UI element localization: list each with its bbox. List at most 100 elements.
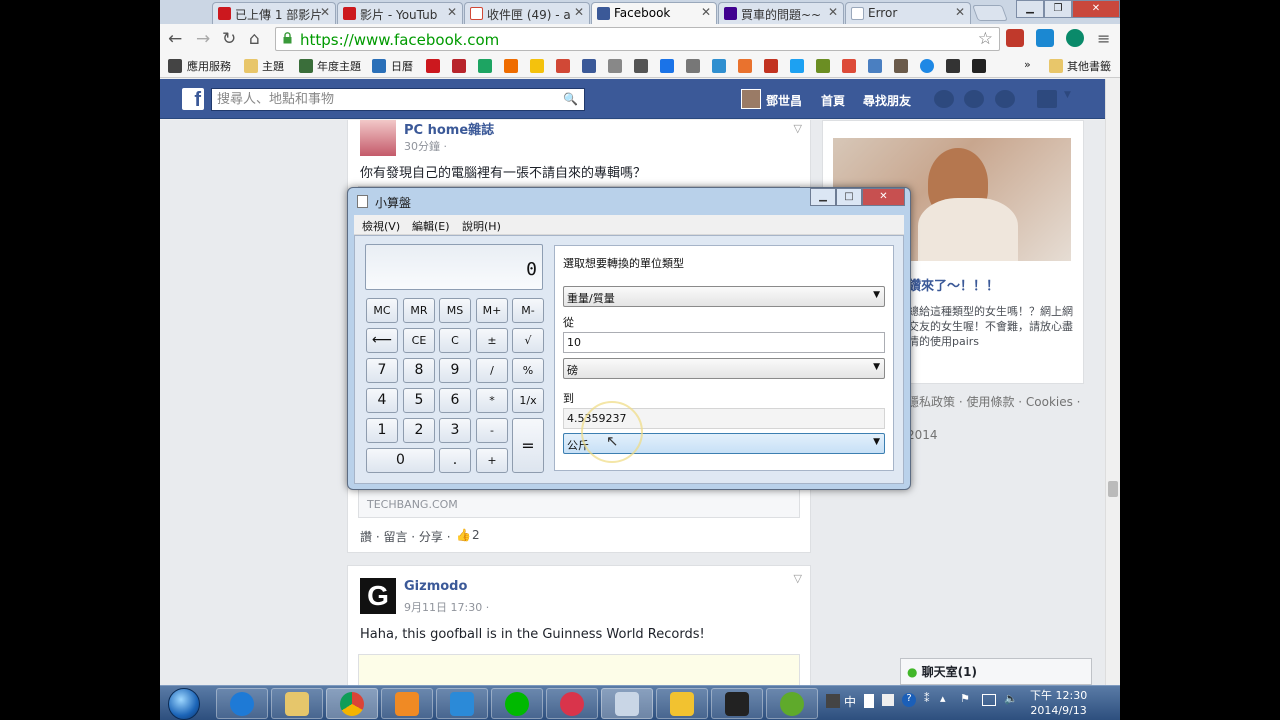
bookmark-icon[interactable] (478, 59, 492, 73)
tab-youtube-upload[interactable]: 已上傳 1 部影片 ✕ (212, 2, 336, 24)
menu-icon[interactable]: ≡ (1097, 29, 1110, 48)
bookmark-icon[interactable] (556, 59, 570, 73)
from-unit-select[interactable]: 磅 ▼ (563, 358, 885, 379)
key-ms[interactable]: MS (439, 298, 471, 323)
key-plus[interactable]: + (476, 448, 508, 473)
post-time[interactable]: 30分鐘 · (404, 138, 447, 154)
show-hidden-icons[interactable]: ▴ (940, 692, 946, 705)
tab-facebook[interactable]: Facebook ✕ (591, 2, 717, 24)
tray-icon[interactable] (864, 694, 874, 708)
home-link[interactable]: 首頁 (821, 92, 845, 109)
tab-youtube-videos[interactable]: 影片 - YouTub ✕ (337, 2, 463, 24)
key-equals[interactable]: = (512, 418, 544, 473)
action-center-icon[interactable]: ⚑ (960, 692, 970, 705)
bookmark-apps[interactable]: 應用服務 (187, 58, 231, 74)
address-bar[interactable]: https://www.facebook.com ☆ (275, 27, 1000, 51)
bookmark-icon[interactable] (816, 59, 830, 73)
search-icon[interactable]: 🔍 (563, 92, 578, 106)
home-icon[interactable]: ⌂ (249, 29, 260, 49)
bookmark-icon[interactable] (504, 59, 518, 73)
close-icon[interactable]: ✕ (862, 188, 905, 206)
key-4[interactable]: 4 (366, 388, 398, 413)
bookmark-icon[interactable] (426, 59, 440, 73)
bookmark-icon[interactable] (608, 59, 622, 73)
account-settings-icon[interactable]: ▼ (1064, 90, 1076, 108)
taskbar-utorrent[interactable] (766, 688, 818, 719)
close-tab-icon[interactable]: ✕ (320, 5, 330, 19)
facebook-logo[interactable]: f (182, 88, 204, 111)
close-tab-icon[interactable]: ✕ (574, 5, 584, 19)
key-mc[interactable]: MC (366, 298, 398, 323)
bookmark-icon[interactable] (634, 59, 648, 73)
bookmark-calendar[interactable]: 日曆 (391, 58, 413, 74)
key-reciprocal[interactable]: 1/x (512, 388, 544, 413)
privacy-shortcuts-icon[interactable] (1037, 90, 1057, 108)
key-sign[interactable]: ± (476, 328, 508, 353)
key-5[interactable]: 5 (403, 388, 435, 413)
key-0[interactable]: 0 (366, 448, 435, 473)
post-media[interactable] (358, 654, 800, 685)
bookmark-icon[interactable] (686, 59, 700, 73)
minimize-icon[interactable]: ▁ (1016, 0, 1044, 18)
bookmark-icon[interactable] (660, 59, 674, 73)
bookmark-icon[interactable] (972, 59, 986, 73)
bookmarks-overflow-button[interactable]: » (1024, 58, 1031, 71)
bookmark-icon[interactable] (946, 59, 960, 73)
ad-title[interactable]: 鑽來了～！！！ (908, 275, 999, 294)
new-tab-button[interactable] (972, 5, 1008, 21)
page-scrollbar[interactable] (1105, 79, 1120, 685)
key-backspace[interactable]: ⟵ (366, 328, 398, 353)
facebook-search[interactable]: 🔍 (211, 88, 585, 111)
key-minus[interactable]: - (476, 418, 508, 443)
taskbar-line[interactable] (491, 688, 543, 719)
page-name[interactable]: Gizmodo (404, 579, 467, 594)
volume-icon[interactable]: 🔈 (1004, 692, 1018, 705)
page-avatar[interactable] (360, 120, 396, 156)
extension-icon[interactable] (1066, 29, 1084, 47)
key-6[interactable]: 6 (439, 388, 471, 413)
close-tab-icon[interactable]: ✕ (955, 5, 965, 19)
key-multiply[interactable]: * (476, 388, 508, 413)
avatar[interactable] (741, 89, 761, 109)
bookmark-icon[interactable] (530, 59, 544, 73)
key-c[interactable]: C (439, 328, 471, 353)
search-input[interactable] (217, 92, 547, 107)
taskbar-app[interactable] (711, 688, 763, 719)
close-tab-icon[interactable]: ✕ (701, 5, 711, 19)
find-friends-link[interactable]: 尋找朋友 (863, 92, 911, 109)
extension-icon[interactable] (1006, 29, 1024, 47)
bookmark-icon[interactable] (712, 59, 726, 73)
key-1[interactable]: 1 (366, 418, 398, 443)
key-9[interactable]: 9 (439, 358, 471, 383)
maximize-icon[interactable]: □ (836, 188, 862, 206)
start-button[interactable] (168, 688, 200, 720)
bookmark-icon[interactable] (920, 59, 934, 73)
menu-view[interactable]: 檢視(V) (362, 218, 400, 234)
chevron-down-icon[interactable]: ▽ (794, 122, 802, 135)
page-avatar[interactable]: G (360, 578, 396, 614)
key-mplus[interactable]: M+ (476, 298, 508, 323)
taskbar-cloud[interactable] (436, 688, 488, 719)
key-2[interactable]: 2 (403, 418, 435, 443)
bookmark-annual-themes[interactable]: 年度主題 (317, 58, 361, 74)
menu-help[interactable]: 說明(H) (462, 218, 501, 234)
key-ce[interactable]: CE (403, 328, 435, 353)
tab-error[interactable]: Error ✕ (845, 2, 971, 24)
post-time[interactable]: 9月11日 17:30 · (404, 599, 489, 615)
close-tab-icon[interactable]: ✕ (828, 5, 838, 19)
bookmark-icon[interactable] (738, 59, 752, 73)
key-7[interactable]: 7 (366, 358, 398, 383)
tray-icon[interactable]: ⁑ (924, 692, 930, 705)
bookmark-icon[interactable] (452, 59, 466, 73)
taskbar-explorer[interactable] (271, 688, 323, 719)
key-mminus[interactable]: M- (512, 298, 544, 323)
taskbar-chrome[interactable] (326, 688, 378, 719)
footer-links[interactable]: 隱私政策 · 使用條款 · Cookies · (907, 393, 1081, 410)
bookmark-icon[interactable] (894, 59, 908, 73)
taskbar-app[interactable] (546, 688, 598, 719)
tab-gmail[interactable]: 收件匣 (49) - a ✕ (464, 2, 590, 24)
bookmark-other[interactable]: 其他書籤 (1067, 58, 1111, 74)
bookmark-icon[interactable] (582, 59, 596, 73)
taskbar-media-player[interactable] (381, 688, 433, 719)
maximize-icon[interactable]: ❐ (1044, 0, 1072, 18)
